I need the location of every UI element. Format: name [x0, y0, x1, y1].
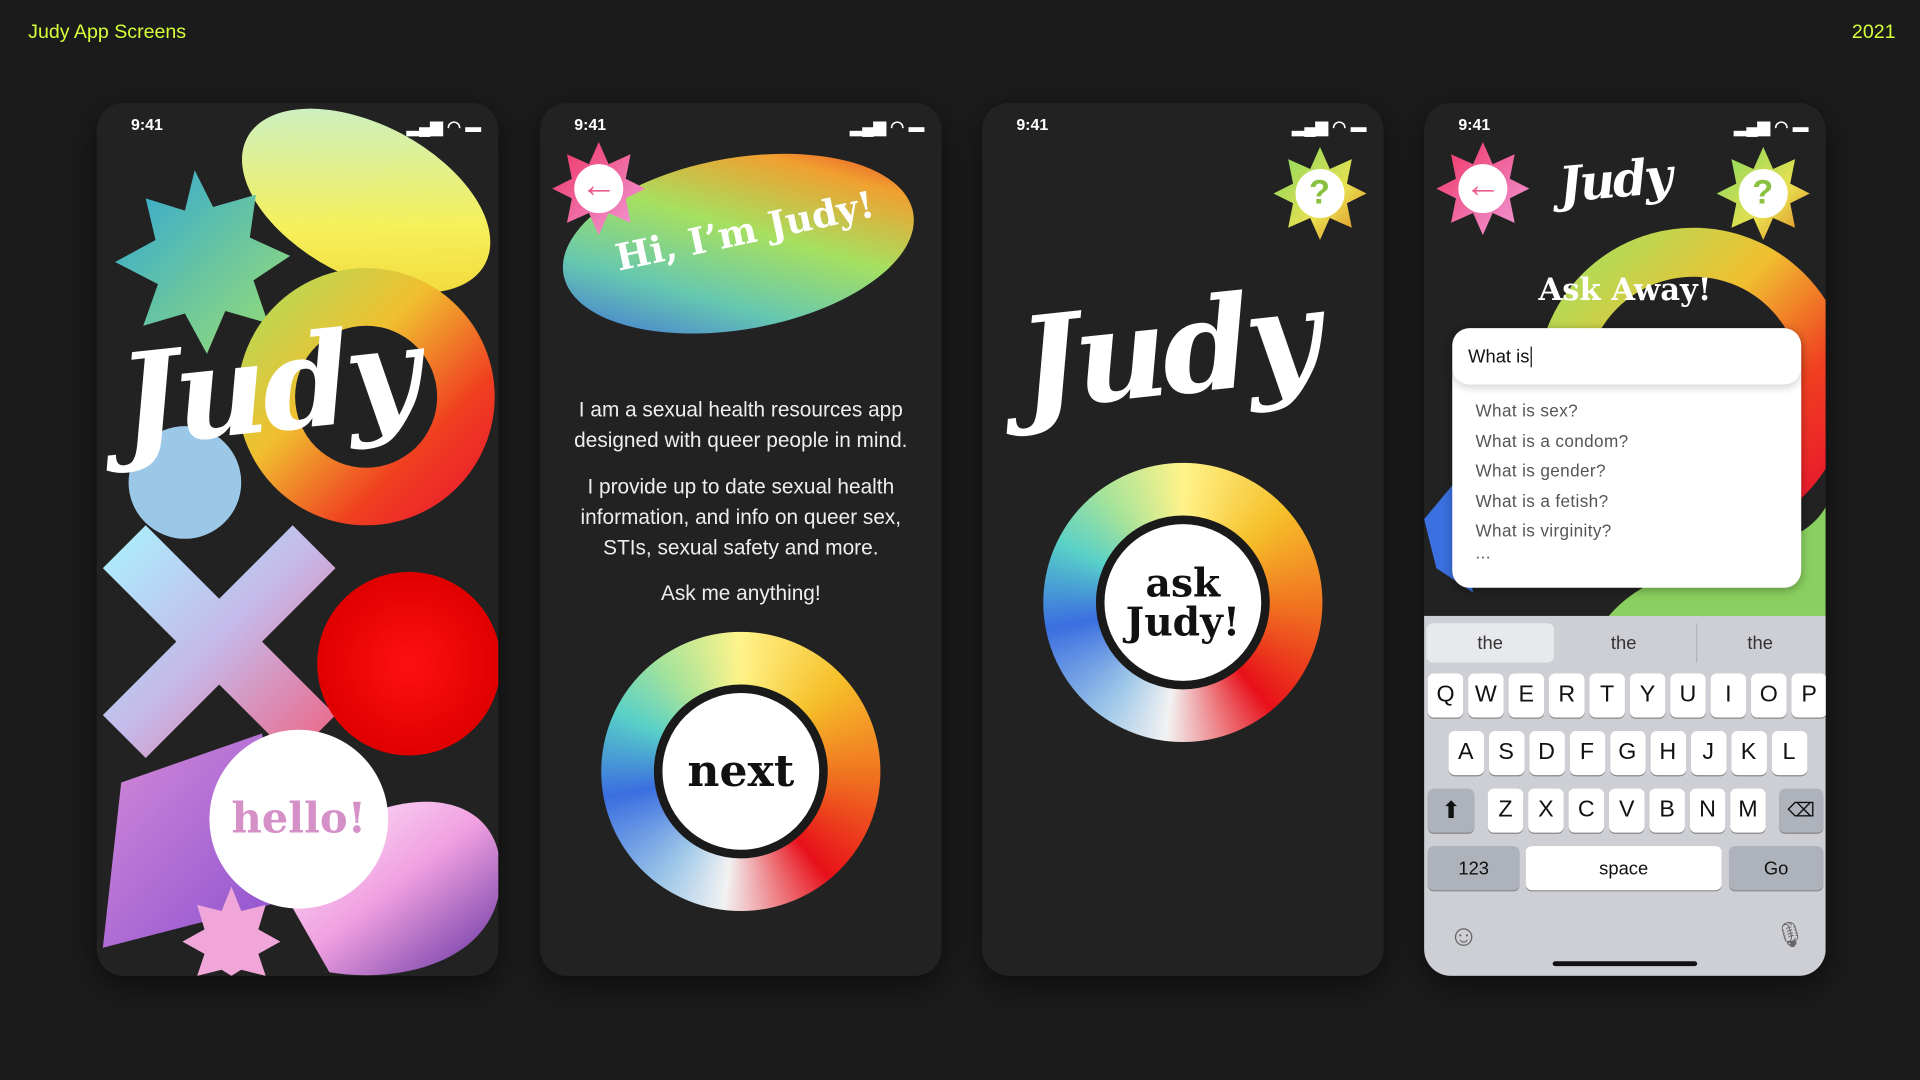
- status-time: 9:41: [1016, 115, 1049, 134]
- screen-splash: 9:41 ▂▄▆ ◠ ▬ Judy hello!: [96, 102, 499, 976]
- shift-icon: ⬆: [1441, 797, 1461, 824]
- suggestion-item[interactable]: What is sex?: [1452, 396, 1801, 426]
- key-t[interactable]: T: [1589, 673, 1625, 718]
- key-j[interactable]: J: [1690, 731, 1726, 776]
- next-button[interactable]: next: [601, 631, 881, 912]
- more-suggestions[interactable]: ...: [1452, 544, 1801, 566]
- help-button[interactable]: ?: [1271, 144, 1369, 242]
- microphone-icon[interactable]: 🎙: [1774, 920, 1805, 951]
- question-icon: ?: [1308, 172, 1330, 211]
- space-key[interactable]: space: [1525, 846, 1722, 891]
- suggestion-item[interactable]: What is a fetish?: [1452, 486, 1801, 516]
- status-time: 9:41: [131, 115, 163, 134]
- help-button[interactable]: ?: [1714, 144, 1812, 242]
- key-u[interactable]: U: [1670, 673, 1706, 718]
- key-s[interactable]: S: [1488, 731, 1524, 776]
- next-label: next: [687, 745, 795, 798]
- backspace-icon: ⌫: [1787, 800, 1816, 822]
- home-indicator: [1552, 961, 1698, 967]
- prediction[interactable]: the: [1426, 623, 1554, 663]
- suggestion-item[interactable]: What is virginity?: [1452, 516, 1801, 546]
- key-h[interactable]: H: [1650, 731, 1686, 776]
- search-input[interactable]: What is: [1452, 328, 1801, 384]
- status-bar: 9:41 ▂▄▆ ◠ ▬: [97, 115, 499, 137]
- delete-key[interactable]: ⌫: [1779, 788, 1824, 833]
- key-p[interactable]: P: [1791, 673, 1826, 718]
- arrow-left-icon: ←: [580, 165, 618, 206]
- status-bar: 9:41 ▂▄▆ ◠ ▬: [982, 115, 1384, 137]
- key-l[interactable]: L: [1771, 731, 1807, 776]
- key-d[interactable]: D: [1528, 731, 1565, 776]
- go-key[interactable]: Go: [1728, 846, 1824, 891]
- signal-wifi-battery-icon: ▂▄▆ ◠ ▬: [1292, 117, 1367, 136]
- hello-text: hello!: [231, 794, 366, 844]
- key-z[interactable]: Z: [1487, 788, 1524, 833]
- status-time: 9:41: [1458, 115, 1491, 134]
- key-b[interactable]: B: [1649, 788, 1685, 833]
- keyboard: the the the QWERTYUIOP ASDFGHJKL ZXCVBNM ⬆…: [1424, 615, 1826, 976]
- back-button[interactable]: ←: [1434, 140, 1532, 238]
- screen-home: 9:41 ▂▄▆ ◠ ▬ ? Judy ask Judy!: [982, 102, 1384, 976]
- signal-wifi-battery-icon: ▂▄▆ ◠ ▬: [406, 117, 482, 136]
- question-icon: ?: [1752, 172, 1774, 211]
- signal-wifi-battery-icon: ▂▄▆ ◠ ▬: [850, 117, 925, 136]
- judy-logo: Judy: [1011, 259, 1323, 440]
- key-m[interactable]: M: [1730, 788, 1766, 833]
- presentation-year: 2021: [1851, 22, 1896, 43]
- key-e[interactable]: E: [1508, 673, 1545, 718]
- screen-ask: 9:41 ▂▄▆ ◠ ▬ ← Judy ? Ask Away! What is W…: [1424, 102, 1826, 976]
- prediction[interactable]: the: [1695, 623, 1823, 663]
- prediction[interactable]: the: [1560, 623, 1687, 662]
- ask-heading: Ask Away!: [1538, 271, 1712, 308]
- search-dropdown: What is What is sex? What is a condom? W…: [1452, 328, 1802, 588]
- suggestion-item[interactable]: What is gender?: [1452, 456, 1801, 486]
- judy-logo: Judy: [1556, 147, 1673, 215]
- screen-intro: 9:41 ▂▄▆ ◠ ▬ Hi, I’m Judy! ← I am a sexua…: [540, 102, 942, 976]
- ask-judy-label: ask Judy!: [1125, 559, 1241, 646]
- key-r[interactable]: R: [1548, 673, 1585, 718]
- key-w[interactable]: W: [1468, 673, 1504, 718]
- status-bar: 9:41 ▂▄▆ ◠ ▬: [540, 115, 942, 137]
- key-v[interactable]: V: [1608, 788, 1645, 833]
- suggestion-item[interactable]: What is a condom?: [1452, 426, 1801, 456]
- key-y[interactable]: Y: [1629, 673, 1666, 718]
- numbers-key[interactable]: 123: [1427, 846, 1520, 891]
- key-q[interactable]: Q: [1427, 673, 1464, 718]
- emoji-icon[interactable]: ☺: [1449, 920, 1479, 954]
- key-k[interactable]: K: [1730, 731, 1767, 776]
- status-bar: 9:41 ▂▄▆ ◠ ▬: [1424, 115, 1826, 137]
- intro-paragraph: I provide up to date sexual health infor…: [580, 475, 902, 560]
- ask-judy-button[interactable]: ask Judy!: [1043, 462, 1323, 743]
- key-n[interactable]: N: [1689, 788, 1726, 833]
- status-time: 9:41: [574, 115, 607, 134]
- intro-paragraph: Ask me anything!: [660, 581, 821, 605]
- key-x[interactable]: X: [1528, 788, 1564, 833]
- key-g[interactable]: G: [1609, 731, 1646, 776]
- shift-key[interactable]: ⬆: [1427, 788, 1475, 833]
- key-c[interactable]: C: [1568, 788, 1605, 833]
- back-button[interactable]: ←: [550, 140, 648, 238]
- key-i[interactable]: I: [1710, 673, 1747, 718]
- key-a[interactable]: A: [1447, 731, 1484, 776]
- hello-bubble: hello!: [209, 729, 389, 909]
- judy-logo: Judy: [111, 295, 423, 477]
- arrow-left-icon: ←: [1464, 165, 1502, 206]
- presentation-title: Judy App Screens: [28, 22, 187, 43]
- signal-wifi-battery-icon: ▂▄▆ ◠ ▬: [1734, 117, 1809, 136]
- key-o[interactable]: O: [1751, 673, 1787, 718]
- key-f[interactable]: F: [1569, 731, 1605, 776]
- intro-paragraph: I am a sexual health resources app desig…: [574, 397, 908, 452]
